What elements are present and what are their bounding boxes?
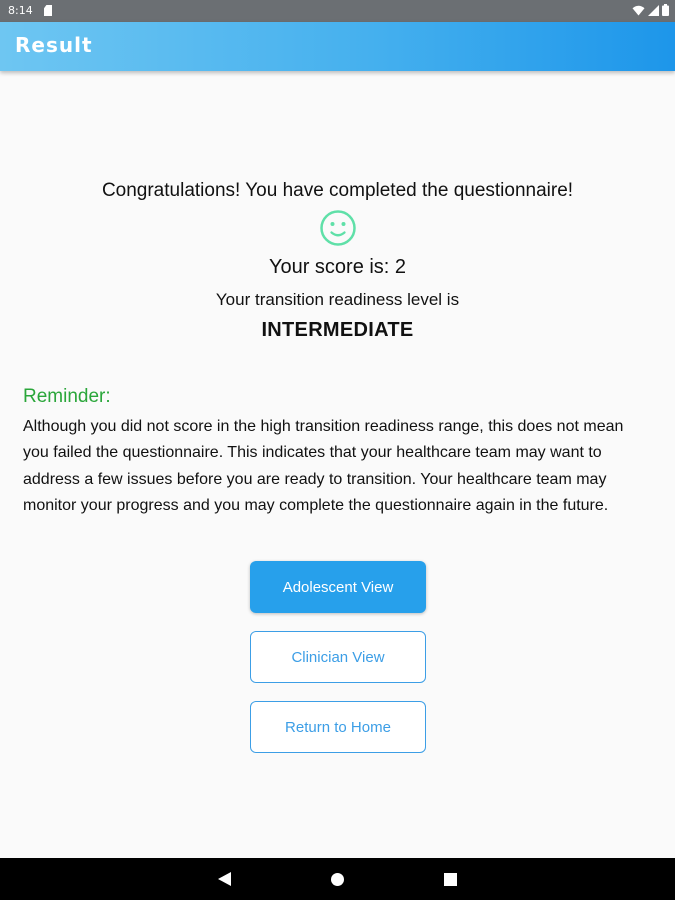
battery-icon <box>662 4 669 16</box>
readiness-level: INTERMEDIATE <box>261 319 414 341</box>
adolescent-view-label: Adolescent View <box>282 578 394 596</box>
score-text: Your score is: 2 <box>268 256 407 278</box>
reminder-title: Reminder: <box>23 386 111 407</box>
app-bar: Result <box>0 22 675 71</box>
sim-card-icon <box>44 5 52 16</box>
navigation-bar <box>0 858 675 900</box>
readiness-label: Your transition readiness level is <box>215 290 460 309</box>
status-bar: 8:14 <box>0 0 675 22</box>
adolescent-view-button[interactable]: Adolescent View <box>250 561 426 613</box>
home-icon[interactable] <box>331 873 344 886</box>
smiley-face-icon <box>320 210 356 246</box>
result-screen: 8:14 Result Congratulations! You have co… <box>0 0 675 900</box>
app-title: Result <box>15 33 93 57</box>
clinician-view-button[interactable]: Clinician View <box>250 631 426 683</box>
return-to-home-button[interactable]: Return to Home <box>250 701 426 753</box>
reminder-body: Although you did not score in the high t… <box>23 418 624 514</box>
back-icon[interactable] <box>218 872 231 886</box>
status-icons <box>632 4 669 16</box>
return-to-home-label: Return to Home <box>285 718 391 736</box>
signal-icon <box>648 4 659 16</box>
congratulations-text: Congratulations! You have completed the … <box>101 180 574 201</box>
status-time: 8:14 <box>8 4 33 17</box>
clinician-view-label: Clinician View <box>291 648 385 666</box>
recent-apps-icon[interactable] <box>444 873 457 886</box>
wifi-icon <box>632 5 645 15</box>
